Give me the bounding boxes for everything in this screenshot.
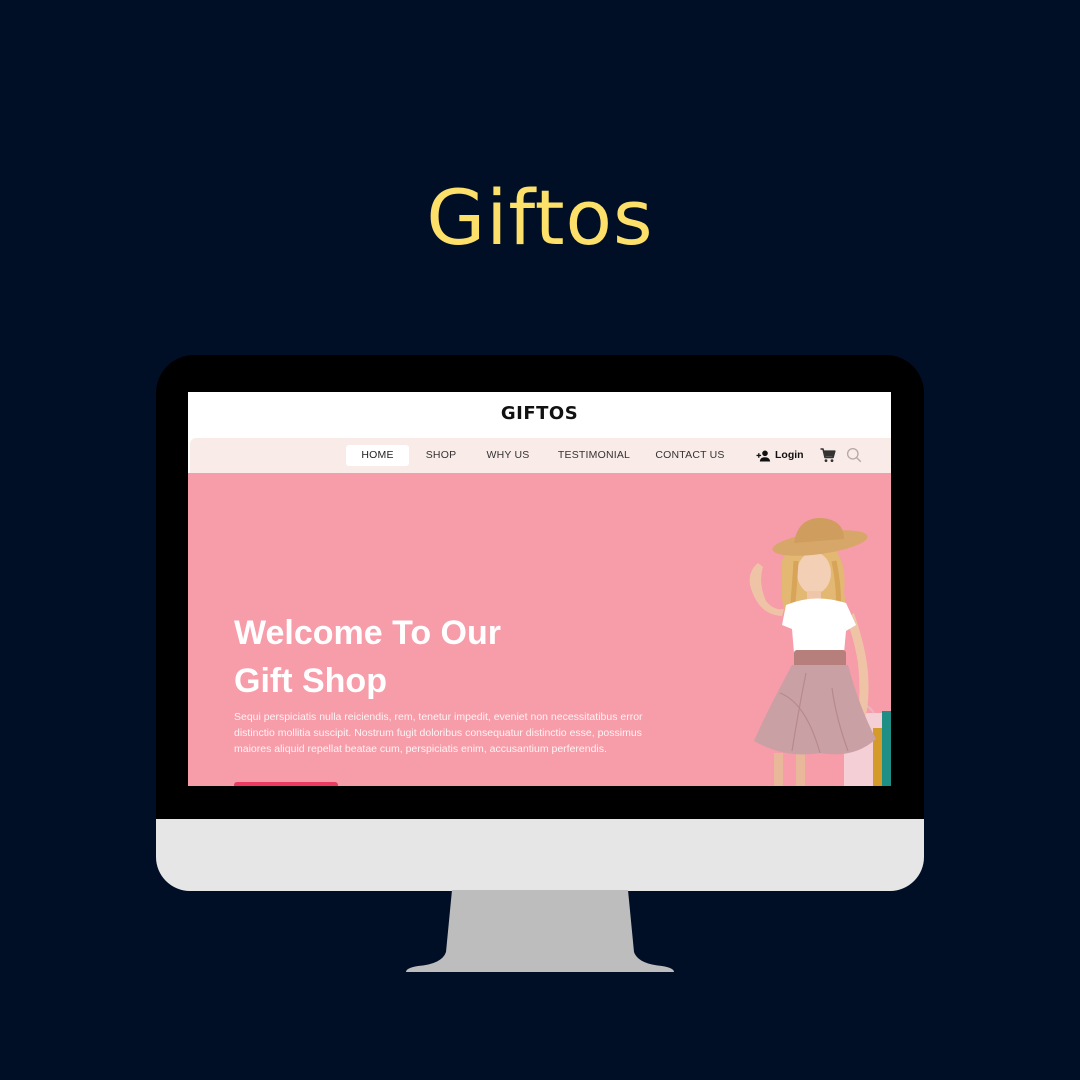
nav-testimonial[interactable]: TESTIMONIAL [551, 445, 637, 466]
login-link[interactable]: Login [756, 445, 804, 466]
nav-why-us[interactable]: WHY US [480, 445, 536, 466]
hero-section: Welcome To Our Gift Shop Sequi perspicia… [188, 473, 891, 786]
promo-title: Giftos [426, 173, 654, 262]
hero-description: Sequi perspiciatis nulla reiciendis, rem… [234, 711, 643, 755]
search-icon[interactable] [846, 447, 862, 463]
monitor-chin [156, 819, 924, 891]
cart-icon[interactable] [820, 448, 836, 463]
monitor-stand [406, 890, 674, 972]
brand-logo[interactable]: GIFTOS [501, 403, 578, 424]
hero-title: Welcome To Our Gift Shop [234, 609, 654, 705]
hero-cta-button[interactable] [234, 782, 338, 786]
login-label: Login [775, 449, 804, 461]
nav-shop[interactable]: SHOP [416, 445, 466, 466]
nav-home[interactable]: HOME [346, 445, 409, 466]
site-header: GIFTOS [188, 392, 891, 438]
hero-girl-image [749, 517, 891, 786]
hero-title-line1: Welcome To Our [234, 614, 502, 652]
add-user-icon [756, 450, 771, 461]
website-screen: GIFTOS HOME SHOP WHY US TESTIMONIAL CONT… [188, 392, 891, 786]
hero-title-line2: Gift Shop [234, 662, 387, 700]
nav-contact-us[interactable]: CONTACT US [652, 445, 728, 466]
nav-bar: HOME SHOP WHY US TESTIMONIAL CONTACT US … [190, 438, 891, 473]
